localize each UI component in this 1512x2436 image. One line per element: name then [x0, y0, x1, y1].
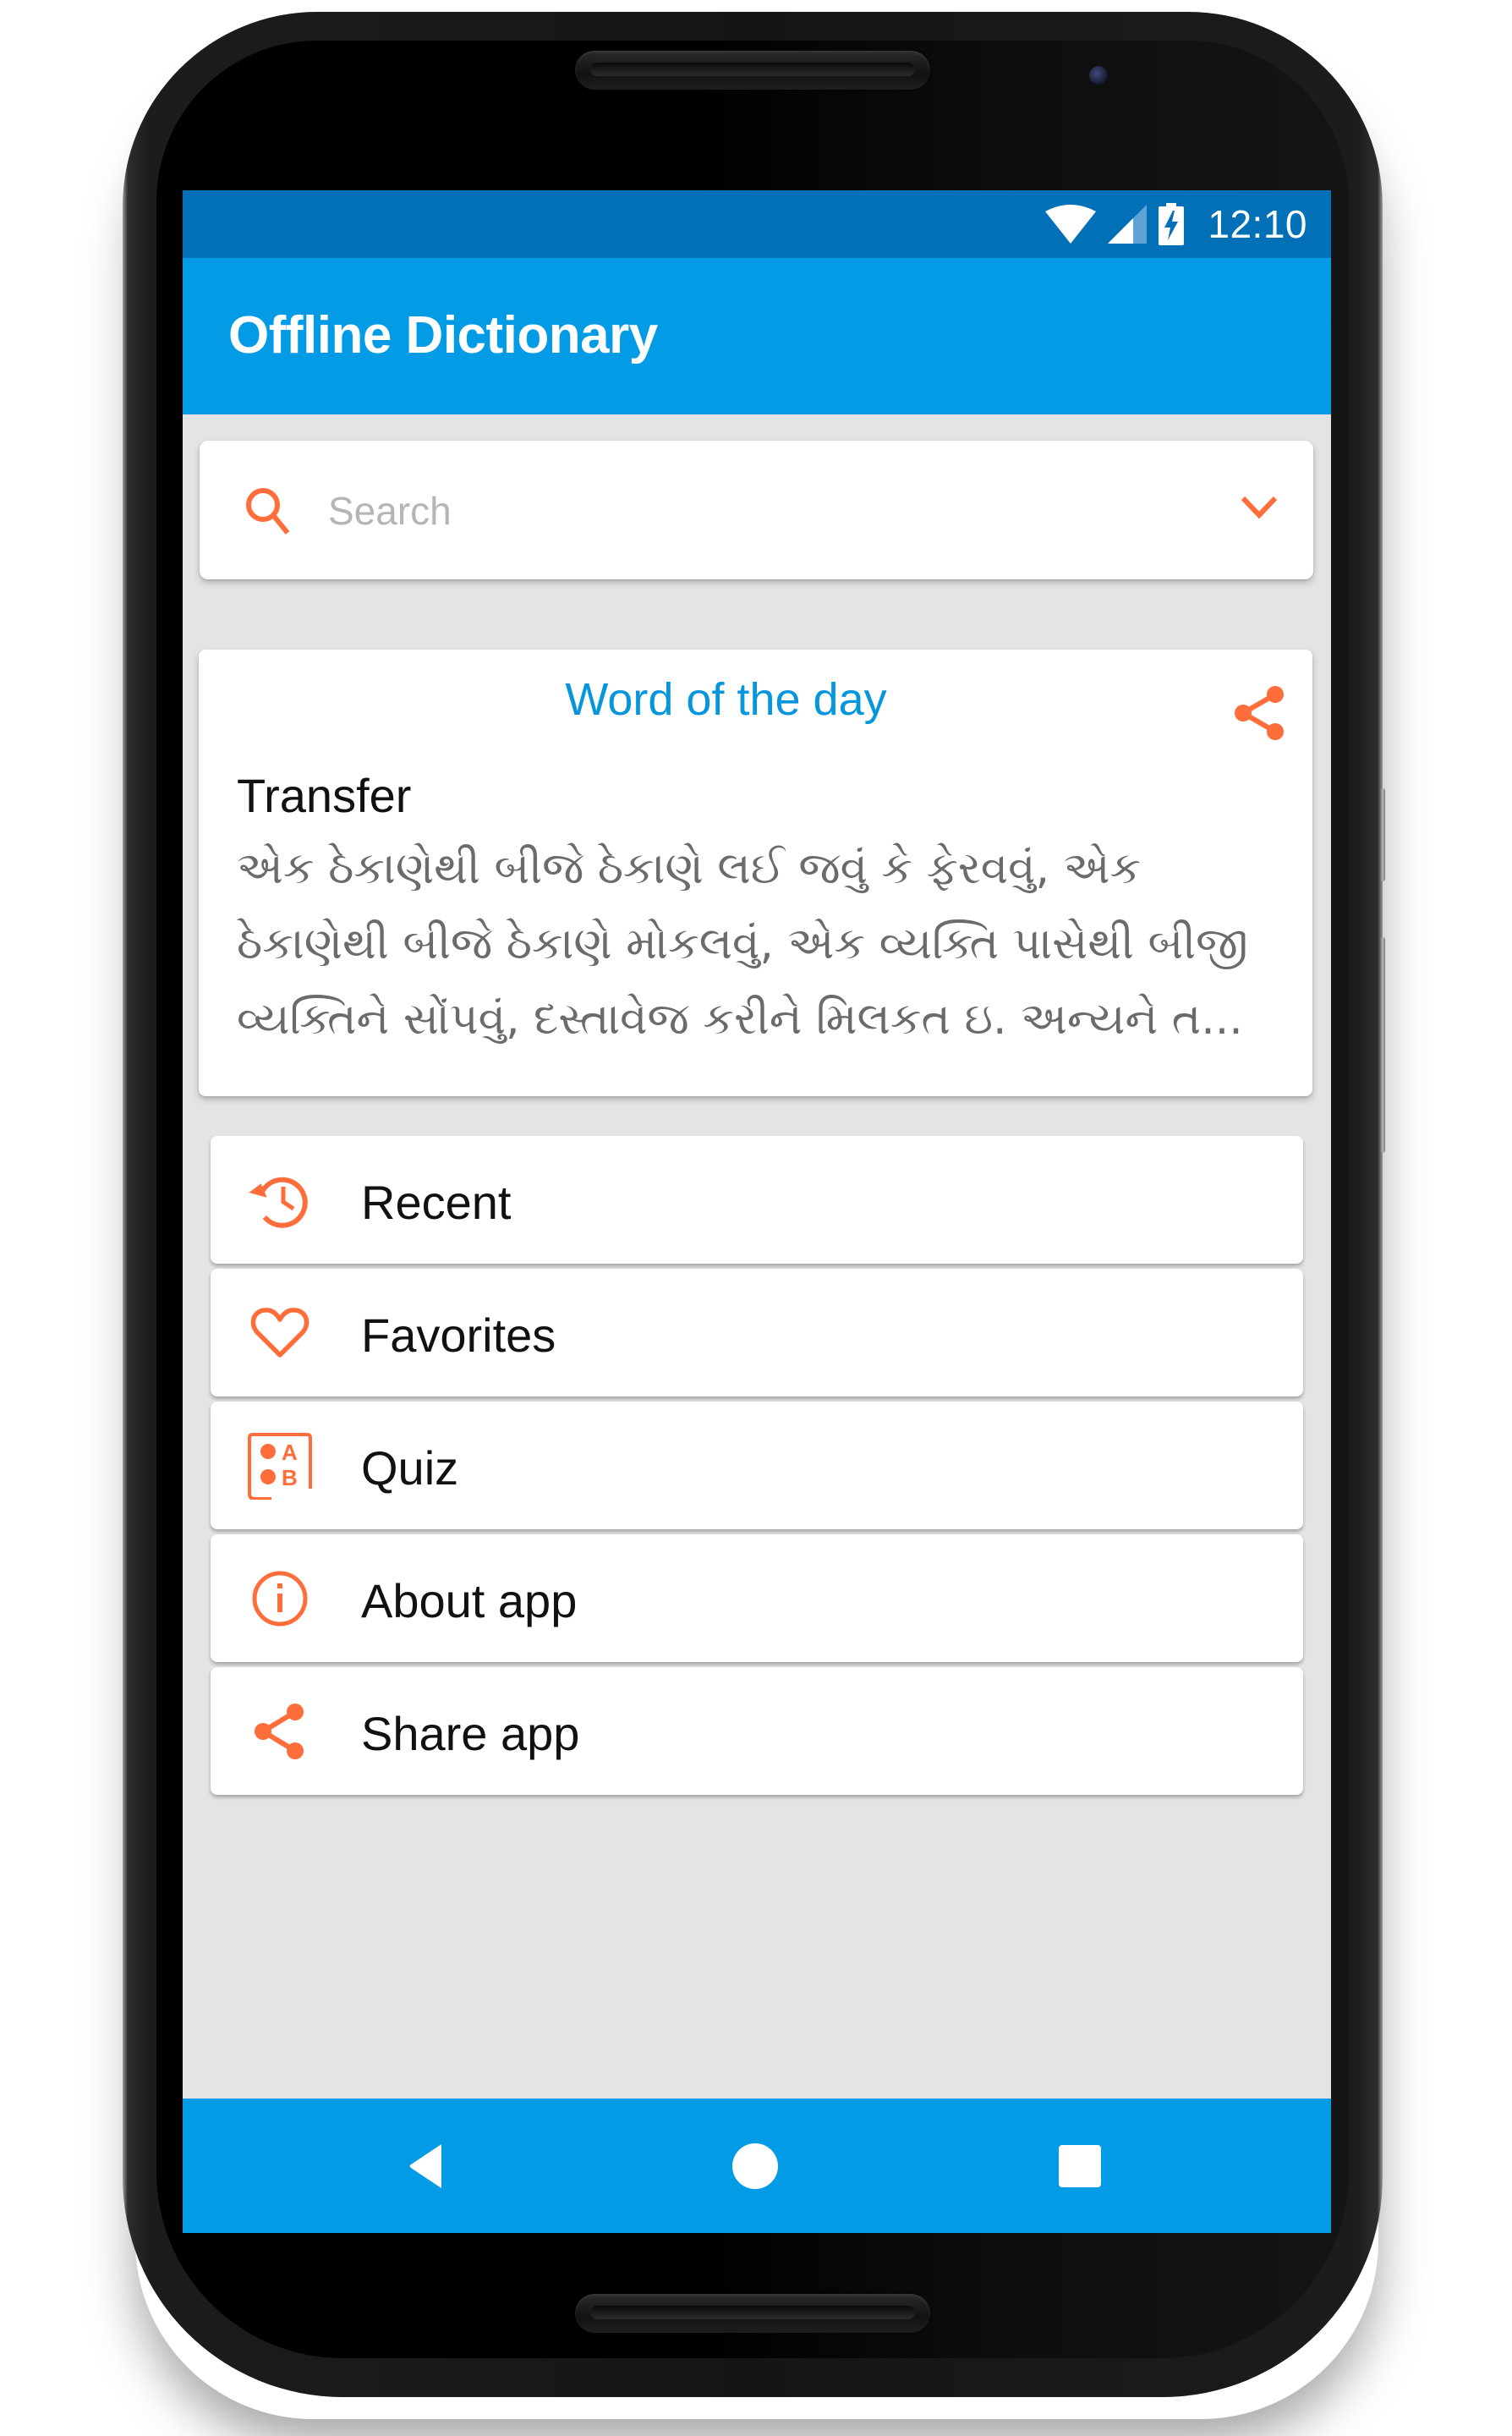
menu-item-quiz[interactable]: A B Quiz	[211, 1402, 1303, 1529]
menu-label: Quiz	[361, 1441, 459, 1495]
chevron-down-icon[interactable]	[1239, 493, 1279, 524]
menu-label: Favorites	[361, 1309, 556, 1362]
menu-label: Share app	[361, 1707, 580, 1760]
bottom-speaker	[575, 2294, 930, 2333]
menu-item-about-app[interactable]: About app	[211, 1534, 1303, 1662]
share-icon	[255, 1704, 304, 1759]
heart-icon	[250, 1308, 310, 1358]
cell-signal-icon	[1108, 205, 1148, 244]
home-icon[interactable]	[731, 2142, 779, 2190]
word-of-the-day-title: Word of the day	[565, 674, 887, 725]
screen: 12:10 Offline Dictionary Word of the day…	[183, 190, 1331, 2233]
menu-item-share-app[interactable]: Share app	[211, 1667, 1303, 1795]
app-title: Offline Dictionary	[228, 306, 658, 365]
battery-charging-icon	[1159, 203, 1185, 245]
menu-list: Recent Favorites A B Quiz About app Shar…	[211, 1136, 1303, 1800]
share-icon[interactable]	[1233, 685, 1285, 741]
status-bar: 12:10	[183, 190, 1331, 258]
volume-rocker	[1380, 937, 1385, 1153]
navigation-bar	[183, 2099, 1331, 2233]
svg-text:B: B	[282, 1465, 298, 1490]
menu-item-recent[interactable]: Recent	[211, 1136, 1303, 1264]
svg-text:A: A	[282, 1440, 298, 1465]
status-time: 12:10	[1208, 202, 1307, 246]
back-icon[interactable]	[404, 2142, 452, 2190]
info-icon	[252, 1571, 308, 1627]
word-of-the-day-card[interactable]: Word of the day Transfer એક ઠેકાણેથી બીજ…	[199, 650, 1312, 1096]
search-input[interactable]	[326, 475, 1175, 547]
front-camera	[1089, 66, 1108, 85]
power-button	[1380, 788, 1385, 881]
menu-label: Recent	[361, 1176, 512, 1229]
top-speaker	[575, 51, 930, 90]
recents-icon[interactable]	[1056, 2142, 1104, 2190]
search-card	[200, 441, 1313, 579]
word-of-the-day-meaning: એક ઠેકાણેથી બીજે ઠેકાણે લઈ જવું કે ફેરવવ…	[237, 843, 1248, 1045]
quiz-ab-icon: A B	[248, 1433, 312, 1500]
app-bar: Offline Dictionary	[183, 258, 1331, 414]
word-of-the-day-word: Transfer	[237, 769, 412, 822]
menu-label: About app	[361, 1574, 578, 1627]
history-icon	[249, 1177, 308, 1228]
wifi-icon	[1045, 205, 1097, 244]
menu-item-favorites[interactable]: Favorites	[211, 1269, 1303, 1396]
search-icon	[246, 488, 290, 535]
status-icons: 12:10	[1045, 202, 1307, 246]
